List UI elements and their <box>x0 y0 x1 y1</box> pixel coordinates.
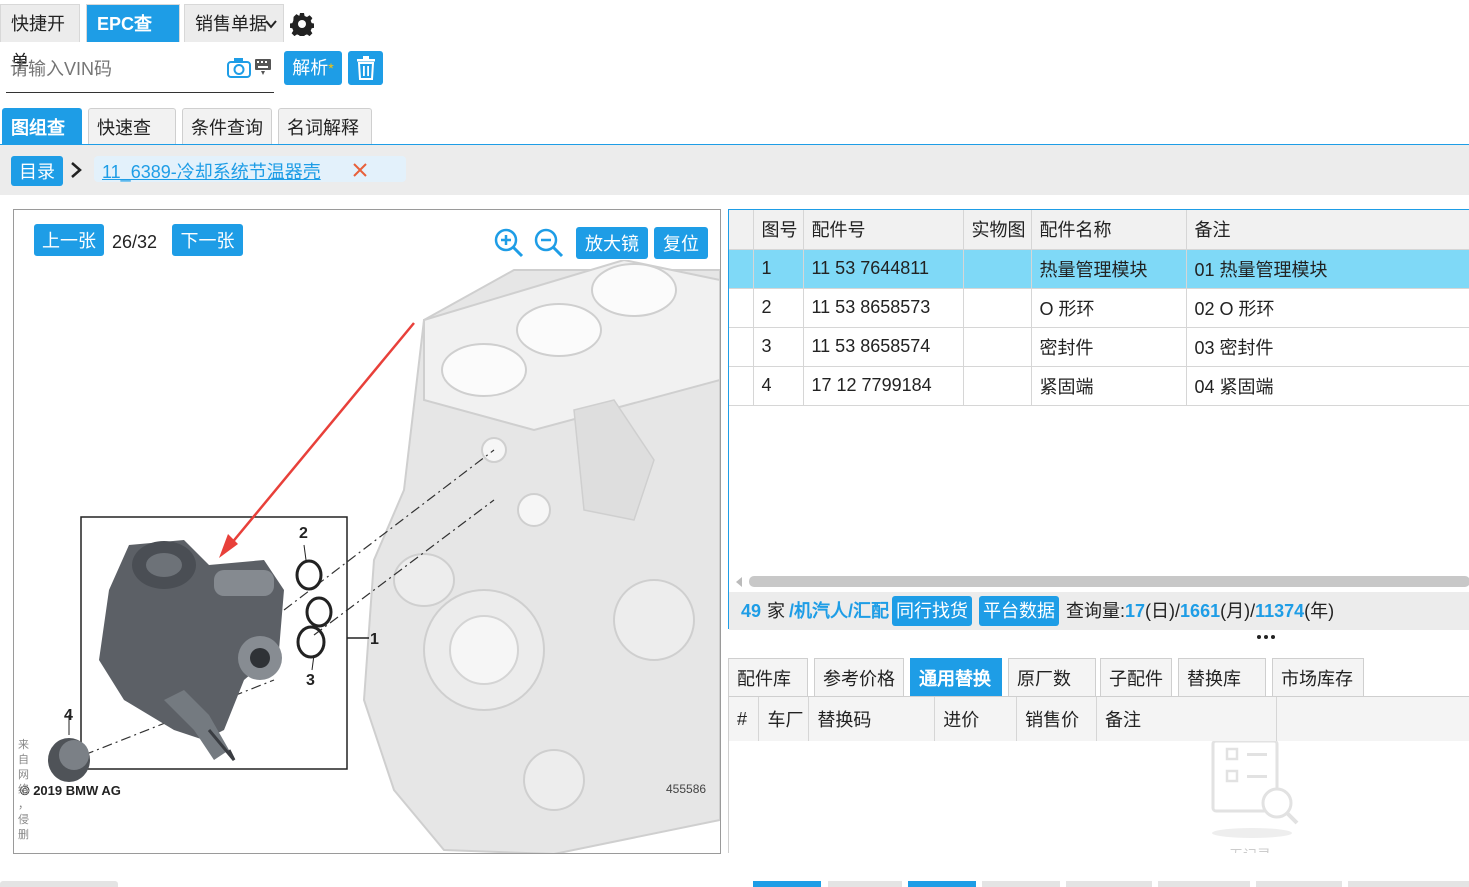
callout-4[interactable]: 4 <box>64 707 73 724</box>
next-image-button[interactable]: 下一张 <box>172 224 243 256</box>
footer-strip-3[interactable] <box>908 881 976 887</box>
scrollbar-thumb[interactable] <box>749 576 1469 587</box>
platform-data-button[interactable]: 平台数据 <box>979 596 1059 626</box>
breadcrumb-root[interactable]: 目录 <box>11 156 63 186</box>
footer-strip-2[interactable] <box>828 881 902 887</box>
diagram-viewer: 上一张 26/32 下一张 放大镜 复位 1 2 3 4 © 2019 BMW … <box>13 209 721 854</box>
close-icon[interactable] <box>352 162 368 178</box>
image-counter: 26/32 <box>112 232 158 252</box>
tab-fast-query[interactable]: 快速查询 <box>88 108 176 176</box>
chevron-down-icon <box>265 20 277 29</box>
delete-button[interactable] <box>348 51 383 85</box>
peer-search-button[interactable]: 同行找货 <box>892 596 972 626</box>
image-number: 455586 <box>666 782 706 796</box>
copyright-text: © 2019 BMW AG <box>20 783 121 798</box>
plug-drawing <box>48 738 90 782</box>
breadcrumb-current[interactable]: 11_6389-冷却系统节温器壳 <box>102 158 321 184</box>
thermal-module-drawing <box>99 540 284 761</box>
reset-button[interactable]: 复位 <box>654 227 708 259</box>
parts-table-panel: 图号 配件号 实物图 配件名称 备注 1 11 53 7644811 热量管理模块 0… <box>728 209 1469 630</box>
tab-parts-stock[interactable]: 配件库存 <box>728 658 808 729</box>
table-row[interactable]: 1 11 53 7644811 热量管理模块 01 热量管理模块 <box>729 249 1469 289</box>
trash-icon <box>356 56 375 80</box>
tab-sales-docs[interactable]: 销售单据 <box>184 4 284 42</box>
footer-strip-5[interactable] <box>1066 881 1152 887</box>
footer-strip-7[interactable] <box>1256 881 1342 887</box>
breadcrumb: 目录 11_6389-冷却系统节温器壳 <box>0 145 1469 195</box>
tab-epc-query[interactable]: EPC查询 <box>86 4 180 72</box>
shop-count-unit: 家 <box>767 601 785 621</box>
tab-oem-data[interactable]: 原厂数据 <box>1008 658 1096 729</box>
parse-button[interactable]: 解析* <box>284 51 342 85</box>
seal-ring <box>296 625 326 659</box>
parts-table: 图号 配件号 实物图 配件名称 备注 1 11 53 7644811 热量管理模块 0… <box>729 210 1469 406</box>
empty-records-icon <box>1211 741 1299 838</box>
o-ring-upper <box>295 559 323 591</box>
query-volume: 查询量:17(日)/1661(月)/11374(年) <box>1066 601 1335 621</box>
resize-handle-icon[interactable] <box>1256 634 1276 640</box>
prev-image-button[interactable]: 上一张 <box>34 224 104 256</box>
footer-strip-4[interactable] <box>982 881 1060 887</box>
o-ring-lower <box>305 596 333 628</box>
chevron-right-icon <box>71 162 82 178</box>
scroll-left-icon[interactable] <box>735 577 743 587</box>
source-names[interactable]: /机汽人/汇配 <box>789 592 889 630</box>
callout-1[interactable]: 1 <box>370 631 379 648</box>
camera-icon[interactable] <box>226 56 252 80</box>
tab-universal-replace[interactable]: 通用替换 <box>910 658 1002 696</box>
parts-table-header: 图号 配件号 实物图 配件名称 备注 <box>729 210 1469 250</box>
table-row[interactable]: 2 11 53 8658573 O 形环 02 O 形环 <box>729 288 1469 328</box>
tab-quick-order[interactable]: 快捷开单 <box>0 4 80 72</box>
replace-panel: # 车厂 替换码 进价 销售价 备注 无记录 <box>728 697 1469 853</box>
zoom-out-icon[interactable] <box>534 228 564 258</box>
side-note: 来自网络，侵删 <box>18 739 29 841</box>
tab-reference-price[interactable]: 参考价格 <box>814 658 904 696</box>
tab-sub-parts[interactable]: 子配件 <box>1100 658 1172 696</box>
keyboard-icon[interactable] <box>254 58 272 76</box>
breadcrumb-current-chip[interactable]: 11_6389-冷却系统节温器壳 <box>94 156 406 182</box>
red-arrow <box>225 322 415 551</box>
tab-group-query[interactable]: 图组查询 <box>2 108 82 176</box>
stats-bar: 49 家 /机汽人/汇配 同行找货 平台数据 查询量:17(日)/1661(月)… <box>729 592 1469 630</box>
table-row[interactable]: 3 11 53 8658574 密封件 03 密封件 <box>729 327 1469 367</box>
footer-strip-left <box>0 881 118 887</box>
replace-table-header: # 车厂 替换码 进价 销售价 备注 <box>729 697 1469 741</box>
vin-input-wrap <box>6 48 274 93</box>
table-row[interactable]: 4 17 12 7799184 紧固端 04 紧固端 <box>729 366 1469 406</box>
replace-table: # 车厂 替换码 进价 销售价 备注 <box>729 697 1469 741</box>
vin-input[interactable] <box>10 54 210 84</box>
zoom-in-icon[interactable] <box>494 228 524 258</box>
gear-icon[interactable] <box>290 12 314 36</box>
footer-strip-1[interactable] <box>753 881 821 887</box>
callout-2[interactable]: 2 <box>299 525 308 542</box>
horizontal-scrollbar[interactable] <box>735 576 1469 588</box>
tab-condition-query[interactable]: 条件查询 <box>182 108 272 144</box>
callout-3[interactable]: 3 <box>306 672 315 689</box>
parts-diagram[interactable]: 1 2 3 4 © 2019 BMW AG 455586 <box>14 260 720 854</box>
tab-glossary[interactable]: 名词解释 <box>278 108 372 144</box>
tab-replace-stock[interactable]: 替换库存 <box>1178 658 1266 729</box>
footer-strip-6[interactable] <box>1158 881 1250 887</box>
empty-text: 无记录 <box>1229 845 1271 853</box>
shop-count: 49 <box>741 601 762 621</box>
footer-strip-8[interactable] <box>1348 881 1469 887</box>
magnifier-button[interactable]: 放大镜 <box>576 227 648 259</box>
tab-market-stock[interactable]: 市场库存 <box>1272 658 1364 696</box>
